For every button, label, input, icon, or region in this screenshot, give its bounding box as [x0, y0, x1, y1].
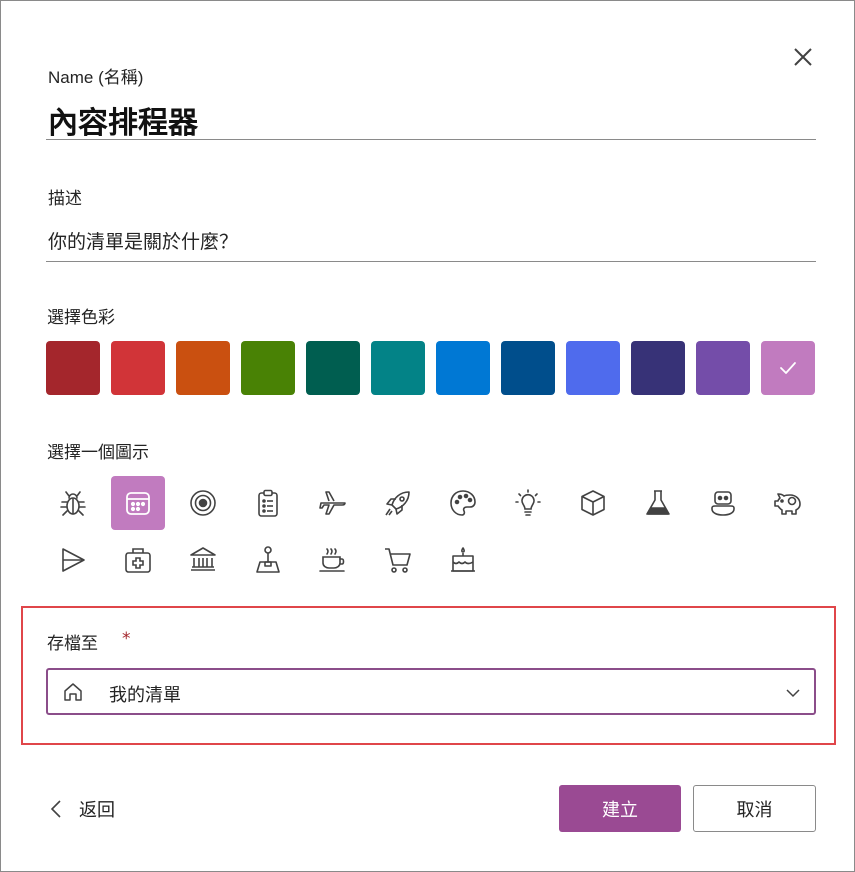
name-input-underline	[46, 139, 816, 140]
color-swatch[interactable]	[306, 341, 360, 395]
flask-icon	[646, 490, 670, 515]
color-swatch[interactable]	[111, 341, 165, 395]
rocket-icon	[385, 491, 410, 516]
color-swatch[interactable]	[761, 341, 815, 395]
icon-option-palette[interactable]	[436, 476, 490, 530]
cake-icon	[451, 547, 475, 572]
icon-option-flask[interactable]	[631, 476, 685, 530]
icon-option-cart[interactable]	[371, 533, 425, 587]
color-swatches	[46, 341, 815, 395]
color-swatch[interactable]	[631, 341, 685, 395]
joystick-icon	[256, 546, 280, 573]
home-icon	[64, 683, 82, 701]
create-list-dialog: Name (名稱) 內容排程器 描述 你的清單是關於什麼？ 選擇色彩 選擇一個圖…	[0, 0, 855, 872]
description-label: 描述	[48, 189, 82, 209]
icon-option-cake[interactable]	[436, 533, 490, 587]
icon-option-clipboard[interactable]	[241, 476, 295, 530]
icon-option-coffee[interactable]	[306, 533, 360, 587]
description-input-underline	[46, 261, 816, 262]
icon-option-piggy-bank[interactable]	[761, 476, 815, 530]
icon-option-first-aid[interactable]	[111, 533, 165, 587]
calendar-icon	[126, 492, 150, 515]
icon-label: 選擇一個圖示	[47, 443, 149, 463]
icon-option-lightbulb[interactable]	[501, 476, 555, 530]
icon-option-cube[interactable]	[566, 476, 620, 530]
first-aid-kit-icon	[125, 548, 151, 573]
icon-option-bug[interactable]	[46, 476, 100, 530]
icon-grid	[46, 476, 826, 587]
cube-icon	[581, 490, 605, 516]
bank-icon	[190, 547, 216, 571]
color-swatch[interactable]	[696, 341, 750, 395]
coffee-cup-icon	[319, 548, 345, 572]
color-swatch[interactable]	[46, 341, 100, 395]
icon-option-robot[interactable]	[696, 476, 750, 530]
icon-option-bank[interactable]	[176, 533, 230, 587]
back-button[interactable]: 返回	[47, 796, 115, 822]
close-icon[interactable]	[789, 43, 817, 71]
back-label: 返回	[79, 800, 115, 821]
lightbulb-icon	[515, 489, 541, 516]
clipboard-list-icon	[258, 489, 278, 517]
create-button[interactable]: 建立	[559, 785, 681, 832]
palette-icon	[450, 490, 476, 516]
shopping-cart-icon	[385, 548, 411, 573]
color-swatch[interactable]	[501, 341, 555, 395]
color-swatch[interactable]	[176, 341, 230, 395]
description-input[interactable]: 你的清單是關於什麼？	[48, 227, 238, 254]
name-label: Name (名稱)	[48, 68, 144, 87]
color-swatch[interactable]	[436, 341, 490, 395]
icon-option-send[interactable]	[46, 533, 100, 587]
color-swatch[interactable]	[371, 341, 425, 395]
save-to-label: 存檔至	[47, 634, 98, 654]
color-swatch[interactable]	[566, 341, 620, 395]
send-icon	[62, 548, 85, 572]
name-input[interactable]: 內容排程器	[48, 98, 198, 142]
color-label: 選擇色彩	[47, 308, 115, 328]
icon-option-joystick[interactable]	[241, 533, 295, 587]
robot-icon	[711, 491, 735, 516]
piggy-bank-icon	[774, 493, 801, 515]
icon-option-calendar[interactable]	[111, 476, 165, 530]
bug-icon	[60, 491, 86, 516]
icon-option-rocket[interactable]	[371, 476, 425, 530]
checkmark-icon	[780, 362, 796, 374]
chevron-left-icon	[50, 800, 61, 818]
save-location-dropdown[interactable]: 我的清單	[46, 668, 816, 715]
icon-option-target[interactable]	[176, 476, 230, 530]
color-swatch[interactable]	[241, 341, 295, 395]
icon-option-airplane[interactable]	[306, 476, 360, 530]
chevron-down-icon	[786, 689, 800, 698]
cancel-button[interactable]: 取消	[693, 785, 816, 832]
target-icon	[190, 490, 216, 516]
required-indicator: *	[122, 629, 131, 649]
airplane-icon	[319, 491, 346, 515]
save-location-value: 我的清單	[109, 685, 181, 706]
